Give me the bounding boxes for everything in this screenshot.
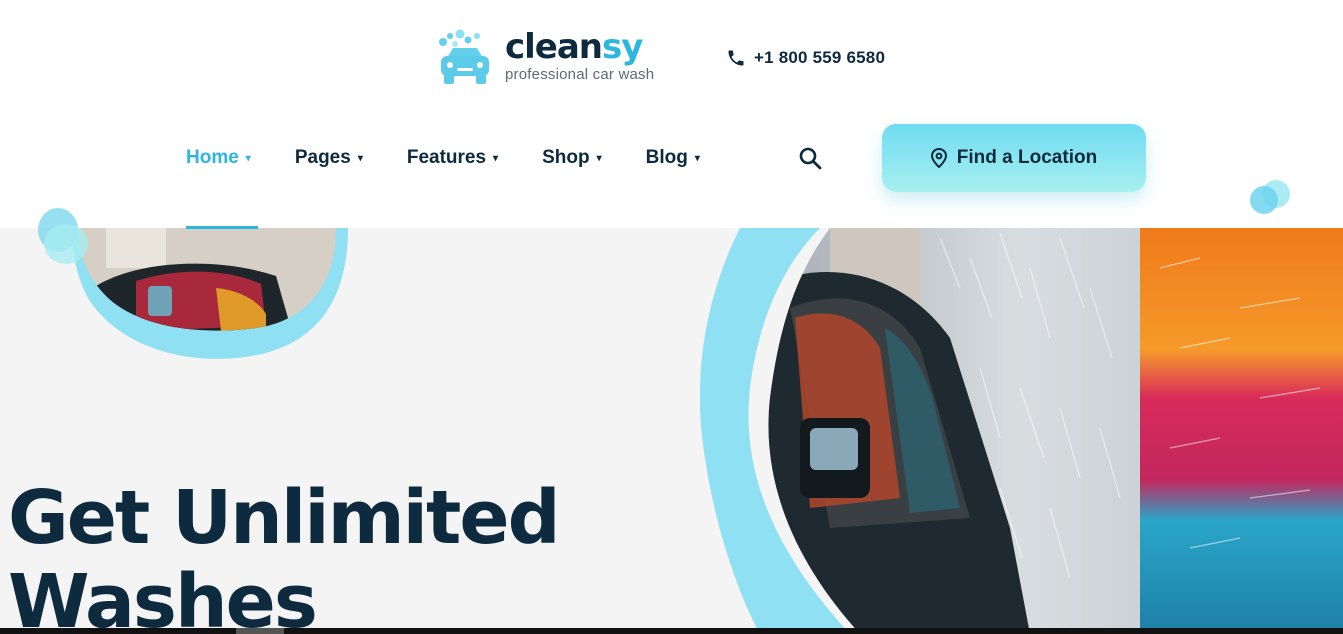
nav-item-features[interactable]: Features ▾ [407, 142, 498, 174]
brand-tagline: professional car wash [505, 66, 655, 83]
find-location-label: Find a Location [956, 147, 1098, 168]
nav-item-blog[interactable]: Blog ▾ [646, 142, 700, 174]
find-location-button[interactable]: Find a Location [882, 124, 1146, 192]
car-wash-logo-icon [439, 29, 489, 84]
decorative-bubble [1250, 180, 1290, 214]
chevron-down-icon: ▾ [245, 152, 251, 164]
page: cleansy professional car wash +1 800 559… [0, 0, 1343, 634]
site-header: cleansy professional car wash +1 800 559… [0, 0, 1343, 228]
nav-item-label: Home [186, 147, 239, 168]
nav-item-home[interactable]: Home ▾ [186, 142, 251, 174]
scrollbar-thumb[interactable] [236, 628, 284, 634]
phone-icon [728, 50, 744, 66]
brand-logo[interactable]: cleansy professional car wash [433, 28, 673, 92]
hero-car-wash-image [700, 228, 1343, 634]
nav-item-shop[interactable]: Shop ▾ [542, 142, 602, 174]
brand-name-part2: sy [602, 27, 643, 67]
chevron-down-icon: ▾ [694, 152, 700, 164]
hero-title: Get Unlimited Washes [8, 475, 561, 634]
chevron-down-icon: ▾ [357, 152, 363, 164]
horizontal-scrollbar[interactable] [0, 628, 1343, 634]
phone-number: +1 800 559 6580 [754, 48, 886, 67]
nav-item-label: Shop [542, 147, 590, 168]
main-nav: Home ▾ Pages ▾ Features ▾ Shop ▾ Blog ▾ [186, 142, 744, 174]
phone-contact[interactable]: +1 800 559 6580 [726, 48, 885, 68]
chevron-down-icon: ▾ [493, 152, 499, 164]
brand-text: cleansy professional car wash [505, 28, 654, 83]
map-pin-icon [930, 148, 947, 168]
brand-name: cleansy [505, 28, 654, 66]
search-icon[interactable] [798, 146, 822, 170]
active-nav-indicator [186, 226, 258, 229]
brand-name-part1: clean [505, 27, 603, 67]
decorative-car-blob [38, 208, 348, 359]
hero-title-line1: Get Unlimited [8, 475, 561, 561]
nav-item-label: Features [406, 147, 487, 168]
nav-item-pages[interactable]: Pages ▾ [295, 142, 363, 174]
hero-title-line2: Washes [8, 559, 318, 634]
nav-item-label: Pages [294, 147, 351, 168]
nav-item-label: Blog [645, 147, 688, 168]
chevron-down-icon: ▾ [596, 152, 602, 164]
